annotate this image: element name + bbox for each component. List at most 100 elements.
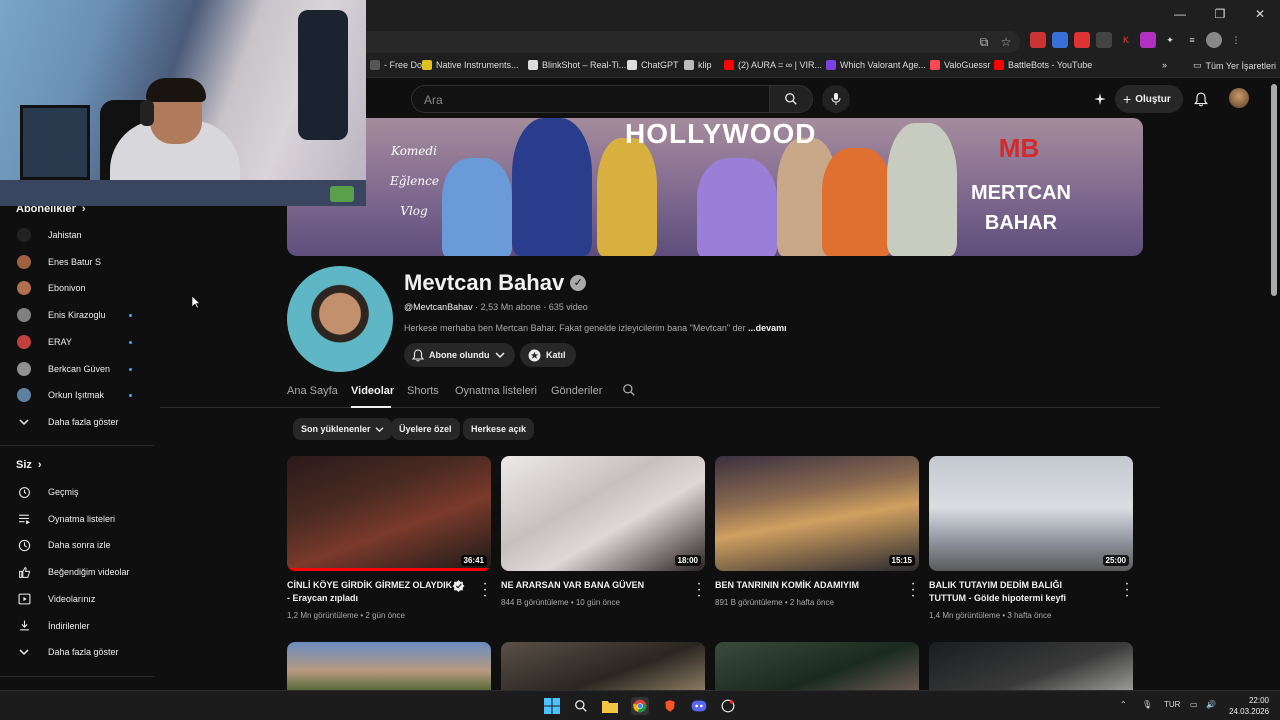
minimize-icon[interactable]: — xyxy=(1160,0,1200,28)
channel-search-icon[interactable] xyxy=(622,383,636,400)
page-scrollbar[interactable] xyxy=(1271,84,1277,296)
brave-icon[interactable] xyxy=(661,697,679,715)
discord-icon[interactable] xyxy=(690,697,708,715)
tray-chevron-icon[interactable]: ⌃ xyxy=(1120,700,1127,709)
bookmark-item[interactable]: ValoGuessr xyxy=(930,60,990,70)
language-indicator[interactable]: TUR xyxy=(1164,700,1180,709)
bookmark-item[interactable]: BlinkShot – Real-Ti... xyxy=(528,60,626,70)
video-thumbnail[interactable] xyxy=(929,642,1133,690)
sidebar-item-download[interactable]: İndirilenler xyxy=(0,613,156,639)
channel-tab[interactable]: Videolar xyxy=(351,385,394,397)
folder-icon: ▭ xyxy=(1193,60,1202,70)
close-icon[interactable]: ✕ xyxy=(1240,0,1280,28)
extension-icon[interactable] xyxy=(1096,32,1112,48)
video-menu-icon[interactable]: • • • xyxy=(908,582,918,600)
video-thumbnail[interactable]: 18:00 xyxy=(501,456,705,571)
video-title[interactable]: CİNLİ KÖYE GİRDİK GİRMEZ OLAYDIK - Erayc… xyxy=(287,579,457,605)
extension-icon[interactable] xyxy=(1030,32,1046,48)
bookmark-item[interactable]: (2) AURA = ∞ | VIR... xyxy=(724,60,822,70)
channel-avatar[interactable] xyxy=(287,266,393,372)
chip-public[interactable]: Herkese açık xyxy=(463,418,535,440)
windows-start-icon[interactable] xyxy=(543,697,561,715)
bookmark-item[interactable]: ChatGPT xyxy=(627,60,679,70)
sidebar-subscription-item[interactable]: Jahistan xyxy=(0,222,156,248)
gemini-icon[interactable] xyxy=(1090,89,1110,109)
subscribed-button[interactable]: Abone olundu xyxy=(404,343,515,367)
channel-description[interactable]: Herkese merhaba ben Mertcan Bahar. Fakat… xyxy=(404,323,787,333)
sidebar-subscription-item[interactable]: Enis Kirazoglu xyxy=(0,302,156,328)
bookmarks-overflow-icon[interactable]: » xyxy=(1162,60,1167,70)
bookmark-favicon-icon xyxy=(528,60,538,70)
sidebar-item-history[interactable]: Geçmiş xyxy=(0,479,156,505)
extension-icon[interactable] xyxy=(1052,32,1068,48)
extension-icon[interactable] xyxy=(1140,32,1156,48)
video-title[interactable]: BALIK TUTAYIM DEDİM BALIĞI TUTTUM - Göld… xyxy=(929,579,1099,605)
channel-avatar-icon xyxy=(17,228,31,242)
sidebar-subscription-item[interactable]: Berkcan Güven xyxy=(0,356,156,382)
sidebar-item-like[interactable]: Beğendiğim videolar xyxy=(0,559,156,585)
sidebar-item-your-videos[interactable]: Videolarınız xyxy=(0,586,156,612)
show-more-subscriptions[interactable]: Daha fazla göster xyxy=(0,409,156,435)
extension-icon[interactable] xyxy=(1074,32,1090,48)
bookmark-item[interactable]: - Free Do... xyxy=(370,60,430,70)
video-thumbnail[interactable]: 36:41 xyxy=(287,456,491,571)
show-more-you[interactable]: Daha fazla göster xyxy=(0,639,156,665)
sidebar-subscription-item[interactable]: Orkun Işıtmak xyxy=(0,382,156,408)
chip-members-only[interactable]: Üyelere özel xyxy=(391,418,460,440)
file-explorer-icon[interactable] xyxy=(601,697,619,715)
you-title[interactable]: Siz › xyxy=(16,459,42,471)
taskbar-search-icon[interactable] xyxy=(572,697,590,715)
volume-icon[interactable]: 🔊 xyxy=(1206,700,1216,709)
create-button[interactable]: + Oluştur xyxy=(1115,85,1183,113)
more-link[interactable]: ...devamı xyxy=(748,323,787,333)
sidebar-subscription-item[interactable]: Ebonivon xyxy=(0,275,156,301)
extension-icon[interactable]: K xyxy=(1118,32,1134,48)
bookmark-item[interactable]: Which Valorant Age... xyxy=(826,60,926,70)
video-thumbnail[interactable] xyxy=(501,642,705,690)
network-icon[interactable]: ▭ xyxy=(1190,700,1198,709)
sidebar-subscription-item[interactable]: Enes Batur S xyxy=(0,249,156,275)
bookmark-item[interactable]: Native Instruments... xyxy=(422,60,519,70)
account-avatar[interactable] xyxy=(1229,88,1249,108)
channel-tab[interactable]: Shorts xyxy=(407,385,439,397)
join-button[interactable]: Katıl xyxy=(520,343,576,367)
channel-tab[interactable]: Oynatma listeleri xyxy=(455,385,537,397)
search-button[interactable] xyxy=(769,85,813,113)
video-thumbnail[interactable]: 25:00 xyxy=(929,456,1133,571)
video-menu-icon[interactable]: • • • xyxy=(1122,582,1132,600)
video-menu-icon[interactable]: • • • xyxy=(694,582,704,600)
address-bar[interactable]: ⧉ ☆ xyxy=(330,31,1020,53)
video-thumbnail[interactable] xyxy=(287,642,491,690)
install-app-icon[interactable]: ⧉ xyxy=(976,34,992,50)
app-icon[interactable] xyxy=(719,697,737,715)
sidebar-subscription-item[interactable]: ERAY xyxy=(0,329,156,355)
all-bookmarks-folder[interactable]: ▭ Tüm Yer İşaretleri xyxy=(1193,60,1276,71)
sidebar-item-playlists[interactable]: Oynatma listeleri xyxy=(0,506,156,532)
sidebar-item-watch-later[interactable]: Daha sonra izle xyxy=(0,532,156,558)
notifications-icon[interactable] xyxy=(1191,89,1211,109)
voice-search-button[interactable] xyxy=(822,85,850,113)
chrome-icon[interactable] xyxy=(631,697,649,715)
video-thumbnail[interactable] xyxy=(715,642,919,690)
video-duration: 18:00 xyxy=(674,555,701,566)
clock[interactable]: 22:00 24.03.2026 xyxy=(1229,695,1269,717)
bookmark-star-icon[interactable]: ☆ xyxy=(998,34,1014,50)
chip-latest[interactable]: Son yüklenenler xyxy=(293,418,392,440)
video-title[interactable]: BEN TANRININ KOMİK ADAMIYIM xyxy=(715,579,885,592)
video-menu-icon[interactable]: • • • xyxy=(480,582,490,600)
profile-icon[interactable] xyxy=(1206,32,1222,48)
restore-icon[interactable]: ❐ xyxy=(1200,0,1240,28)
video-thumbnail[interactable]: 15:15 xyxy=(715,456,919,571)
media-icon[interactable]: ≡ xyxy=(1184,32,1200,48)
bookmark-item[interactable]: BattleBots - YouTube xyxy=(994,60,1092,70)
search-input[interactable]: Ara xyxy=(411,85,769,113)
bookmark-item[interactable]: klip xyxy=(684,60,712,70)
menu-dots-icon[interactable]: ⋮ xyxy=(1228,32,1244,48)
tray-mic-icon[interactable]: 🎙 xyxy=(1142,700,1152,709)
video-title[interactable]: NE ARARSAN VAR BANA GÜVEN xyxy=(501,579,671,592)
puzzle-icon[interactable]: ✦ xyxy=(1162,32,1178,48)
channel-tab[interactable]: Ana Sayfa xyxy=(287,385,338,397)
your-videos-icon xyxy=(17,592,31,606)
channel-tab[interactable]: Gönderiler xyxy=(551,385,602,397)
video-meta: 1,2 Mn görüntüleme • 2 gün önce xyxy=(287,611,405,620)
